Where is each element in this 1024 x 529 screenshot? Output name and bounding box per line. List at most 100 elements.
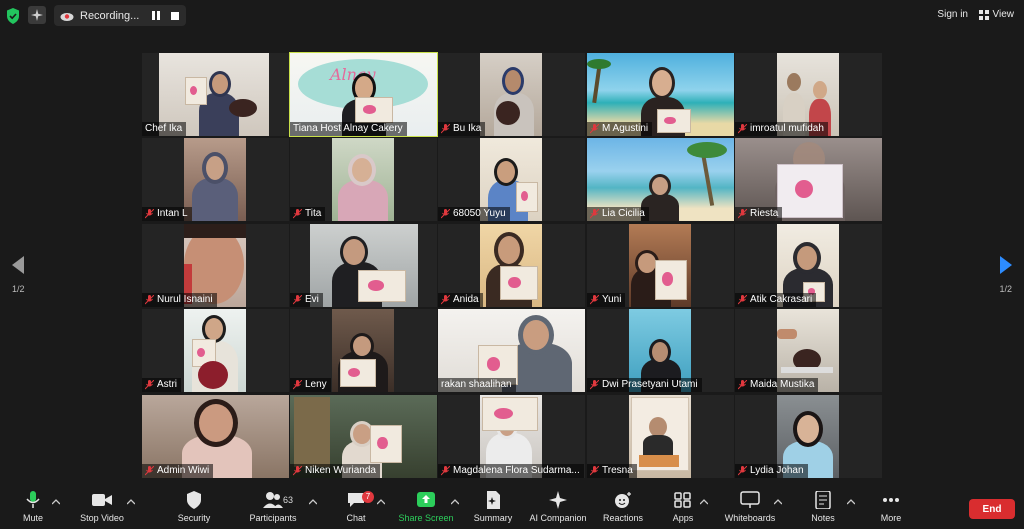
stop-recording-button[interactable] bbox=[169, 10, 181, 21]
participant-tile[interactable]: rakan shaalihan bbox=[438, 309, 585, 392]
ai-sparkle-button[interactable] bbox=[28, 6, 46, 24]
chevron-up-icon[interactable] bbox=[377, 499, 385, 505]
end-meeting-button[interactable]: End bbox=[969, 499, 1015, 519]
chat-button[interactable]: 7 Chat bbox=[323, 491, 389, 523]
notes-button[interactable]: Notes bbox=[790, 491, 856, 523]
participant-tile[interactable]: Niken Wurianda bbox=[290, 395, 437, 478]
participant-name-label: rakan shaalihan bbox=[438, 378, 516, 392]
chevron-up-icon[interactable] bbox=[52, 499, 60, 505]
ai-sparkle-icon bbox=[549, 491, 567, 509]
participants-icon bbox=[263, 492, 283, 508]
mic-off-icon bbox=[145, 466, 154, 476]
participant-name-label: Leny bbox=[290, 378, 331, 392]
participant-name-label: Nurul Isnaini bbox=[142, 293, 217, 307]
reactions-button[interactable]: Reactions bbox=[590, 491, 656, 523]
participant-name-label: Bu Ika bbox=[438, 122, 486, 136]
participant-name-label: Niken Wurianda bbox=[290, 464, 380, 478]
participant-tile[interactable]: Evi bbox=[290, 224, 437, 307]
chevron-up-icon[interactable] bbox=[700, 499, 708, 505]
participant-tile[interactable]: Atik Cakrasari bbox=[735, 224, 882, 307]
view-label: View bbox=[992, 9, 1015, 20]
shield-icon bbox=[187, 491, 201, 509]
next-page-arrow-icon[interactable] bbox=[998, 256, 1012, 274]
share-screen-label: Share Screen bbox=[398, 513, 454, 523]
participant-tile[interactable]: Lia Cicilia bbox=[587, 138, 734, 221]
participant-tile[interactable]: Maida Mustika bbox=[735, 309, 882, 392]
more-button[interactable]: More bbox=[858, 491, 924, 523]
participant-tile[interactable]: Tresna bbox=[587, 395, 734, 478]
participant-name-label: Astri bbox=[142, 378, 181, 392]
participant-tile[interactable]: Bu Ika bbox=[438, 53, 585, 136]
participant-video bbox=[332, 138, 394, 221]
chevron-up-icon[interactable] bbox=[451, 499, 459, 505]
apps-button[interactable]: Apps bbox=[650, 491, 716, 523]
whiteboards-button[interactable]: Whiteboards bbox=[717, 491, 783, 523]
participant-name-label: Maida Mustika bbox=[735, 378, 819, 392]
participant-tile[interactable]: Lydia Johan bbox=[735, 395, 882, 478]
participant-name-label: Chef Ika bbox=[142, 122, 187, 136]
participant-tile[interactable]: imroatul mufidah bbox=[735, 53, 882, 136]
shield-check-icon[interactable] bbox=[6, 8, 20, 24]
mic-off-icon bbox=[738, 295, 747, 305]
participant-tile[interactable]: Magdalena Flora Sudarma... bbox=[438, 395, 585, 478]
participant-video bbox=[629, 224, 691, 307]
participant-tile[interactable]: Nurul Isnaini bbox=[142, 224, 289, 307]
mic-off-icon bbox=[145, 380, 154, 390]
participant-video bbox=[310, 224, 418, 307]
participants-button[interactable]: 63 Participants bbox=[240, 491, 306, 523]
participant-video bbox=[629, 395, 691, 478]
participant-tile[interactable]: Leny bbox=[290, 309, 437, 392]
meeting-toolbar: Mute Stop Video Security 63 Participants… bbox=[0, 487, 1024, 529]
participant-tile[interactable]: Dwi Prasetyani Utami bbox=[587, 309, 734, 392]
sign-in-link[interactable]: Sign in bbox=[937, 9, 968, 20]
summary-document-icon bbox=[487, 491, 500, 509]
participant-tile[interactable]: Anida bbox=[438, 224, 585, 307]
summary-label: Summary bbox=[473, 513, 513, 523]
participant-tile[interactable]: Admin Wiwi bbox=[142, 395, 289, 478]
chevron-up-icon[interactable] bbox=[847, 499, 855, 505]
mic-off-icon bbox=[293, 209, 302, 219]
participant-tile[interactable]: Yuni bbox=[587, 224, 734, 307]
participant-name-label: 68050 Yuyu bbox=[438, 207, 510, 221]
chevron-up-icon[interactable] bbox=[127, 499, 135, 505]
stop-video-button[interactable]: Stop Video bbox=[69, 491, 135, 523]
whiteboards-label: Whiteboards bbox=[724, 513, 776, 523]
participant-video bbox=[332, 309, 394, 392]
page-indicator-left: 1/2 bbox=[12, 284, 25, 294]
pause-recording-button[interactable] bbox=[150, 10, 162, 21]
notes-label: Notes bbox=[811, 513, 835, 523]
ai-companion-button[interactable]: AI Companion bbox=[525, 491, 591, 523]
mute-label: Mute bbox=[22, 513, 43, 523]
participant-name-label: Riesta bbox=[735, 207, 783, 221]
security-button[interactable]: Security bbox=[161, 491, 227, 523]
mic-off-icon bbox=[293, 295, 302, 305]
participant-name-label: imroatul mufidah bbox=[735, 122, 828, 136]
share-screen-button[interactable]: Share Screen bbox=[393, 491, 459, 523]
mic-off-icon bbox=[145, 209, 154, 219]
participant-name-label: Intan L bbox=[142, 207, 192, 221]
participant-tile[interactable]: Riesta bbox=[735, 138, 882, 221]
chevron-up-icon[interactable] bbox=[309, 499, 317, 505]
chevron-up-icon[interactable] bbox=[774, 499, 782, 505]
mute-button[interactable]: Mute bbox=[0, 491, 66, 523]
participant-tile-active-speaker[interactable]: Alnay Tiana Host Alnay Cakery bbox=[289, 52, 438, 137]
participant-tile[interactable]: Intan L bbox=[142, 138, 289, 221]
summary-button[interactable]: Summary bbox=[460, 491, 526, 523]
participant-name-label: Admin Wiwi bbox=[142, 464, 214, 478]
share-screen-icon bbox=[417, 492, 435, 507]
video-gallery: Chef Ika Alnay Tiana Host Alnay Cakery B… bbox=[142, 52, 882, 478]
recording-indicator: Recording... bbox=[54, 5, 186, 26]
stop-video-label: Stop Video bbox=[80, 513, 124, 523]
participant-tile[interactable]: Chef Ika bbox=[142, 53, 289, 136]
reactions-label: Reactions bbox=[602, 513, 644, 523]
participant-tile[interactable]: Astri bbox=[142, 309, 289, 392]
participant-tile[interactable]: 68050 Yuyu bbox=[438, 138, 585, 221]
mic-off-icon bbox=[293, 466, 302, 476]
top-bar: Recording... Sign in View bbox=[0, 0, 1024, 32]
previous-page-arrow-icon[interactable] bbox=[12, 256, 26, 274]
participant-tile[interactable]: Tita bbox=[290, 138, 437, 221]
participant-name-label: Lydia Johan bbox=[735, 464, 808, 478]
mic-off-icon bbox=[738, 124, 747, 134]
participant-tile[interactable]: M Agustini bbox=[587, 53, 734, 136]
view-button[interactable]: View bbox=[978, 9, 1015, 20]
